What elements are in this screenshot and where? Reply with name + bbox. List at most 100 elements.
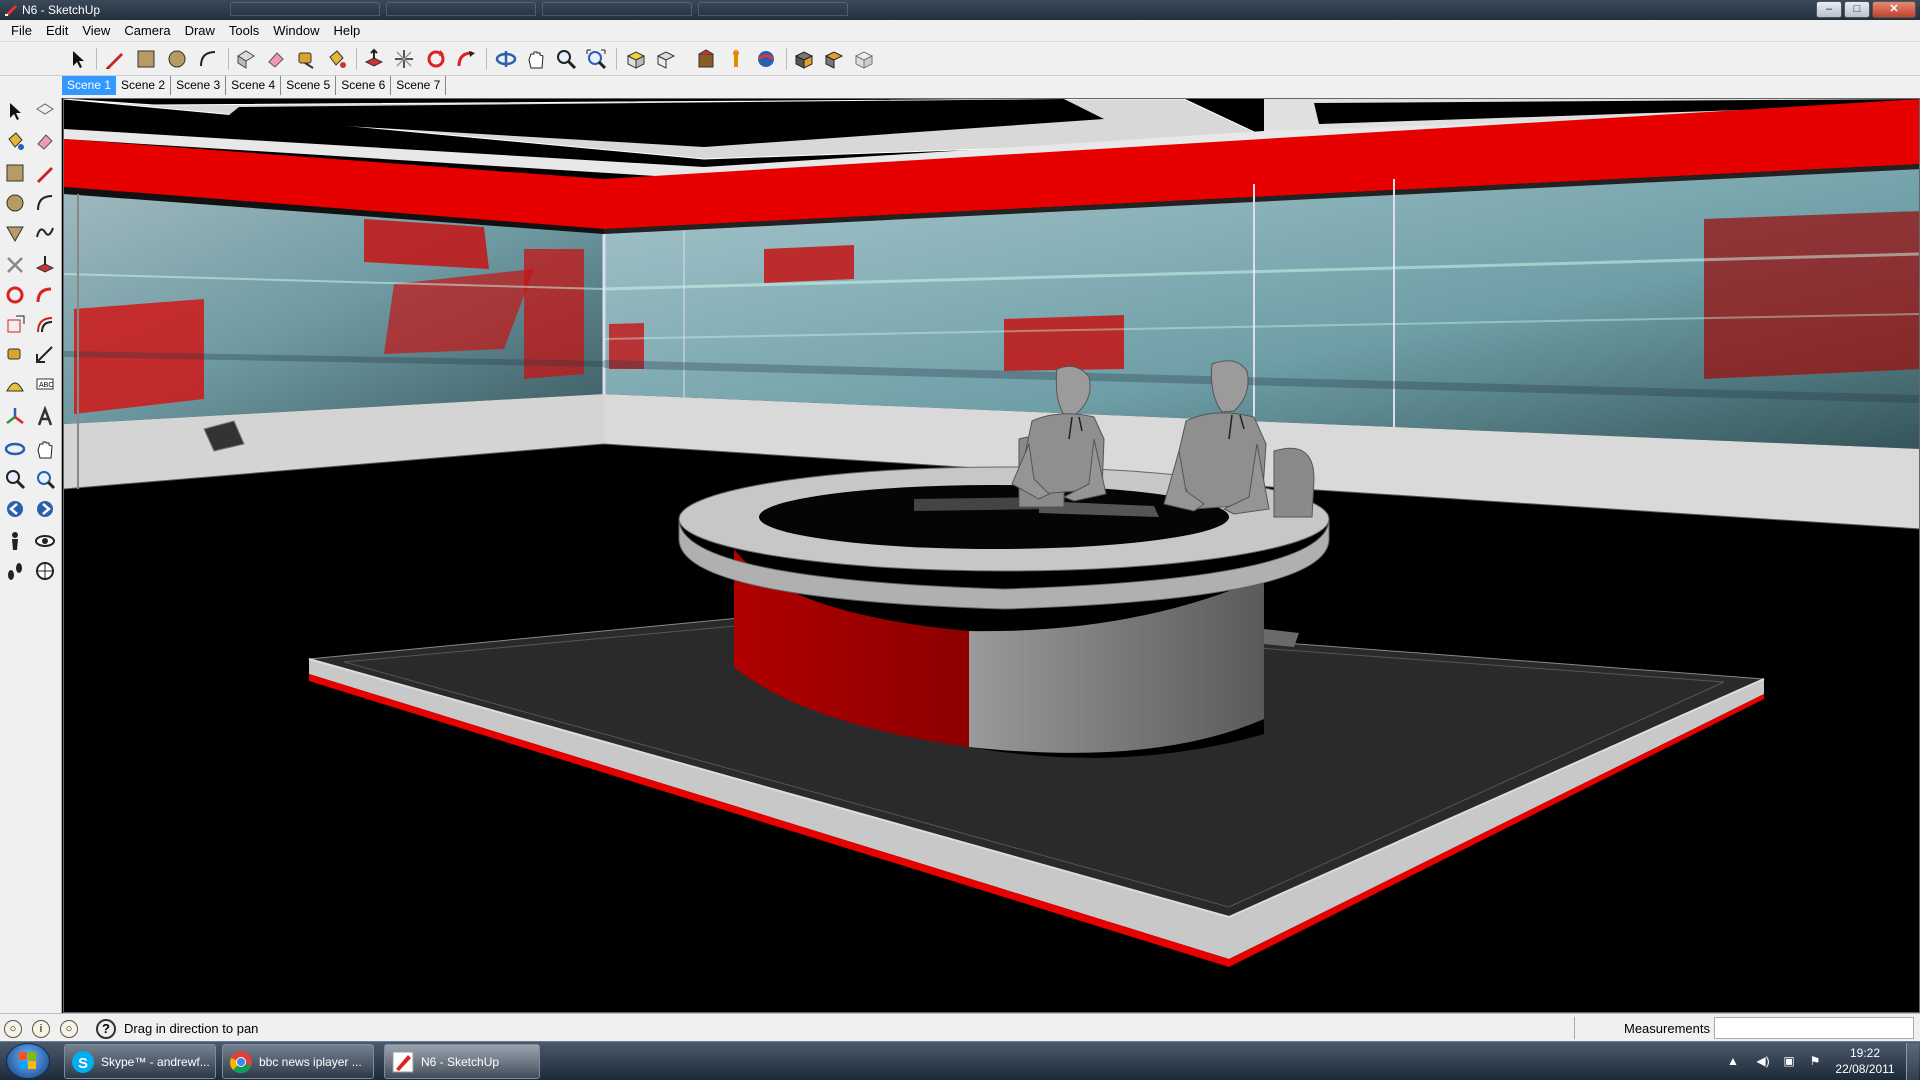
menu-file[interactable]: File: [4, 23, 39, 38]
scene-tab-4[interactable]: Scene 4: [226, 76, 282, 95]
paint-bucket-icon[interactable]: [324, 47, 348, 71]
geo-location-icon[interactable]: [754, 47, 778, 71]
menu-tools[interactable]: Tools: [222, 23, 266, 38]
arc-icon[interactable]: [196, 47, 220, 71]
menu-window[interactable]: Window: [266, 23, 326, 38]
move-icon[interactable]: [2, 252, 28, 278]
next-view-icon[interactable]: [32, 496, 58, 522]
line-pencil-icon[interactable]: [32, 160, 58, 186]
tape-measure-icon[interactable]: [294, 47, 318, 71]
arc-icon[interactable]: [32, 190, 58, 216]
get-models-icon[interactable]: [792, 47, 816, 71]
task-skype[interactable]: S Skype™ - andrewf...: [64, 1044, 216, 1079]
help-icon[interactable]: ?: [96, 1019, 116, 1039]
scene-tab-3[interactable]: Scene 3: [171, 76, 227, 95]
skype-icon: S: [72, 1051, 94, 1073]
left-toolbar: ABC: [0, 98, 62, 1013]
zoom-icon[interactable]: [554, 47, 578, 71]
push-pull-icon[interactable]: [362, 47, 386, 71]
action-center-icon[interactable]: ⚑: [1808, 1054, 1822, 1068]
menu-view[interactable]: View: [75, 23, 117, 38]
menu-edit[interactable]: Edit: [39, 23, 75, 38]
geo-location-status-icon[interactable]: ○: [4, 1020, 22, 1038]
eraser-icon[interactable]: [32, 128, 58, 154]
rotate-icon[interactable]: [2, 282, 28, 308]
iso-view-icon[interactable]: [624, 47, 648, 71]
status-bar: ○ i ○ ? Drag in direction to pan Measure…: [0, 1013, 1920, 1041]
circle-icon[interactable]: [165, 47, 189, 71]
network-icon[interactable]: ▣: [1782, 1054, 1796, 1068]
polygon-icon[interactable]: [2, 220, 28, 246]
orbit-icon[interactable]: [494, 47, 518, 71]
background-browser-tabs: [230, 2, 848, 18]
clock-date[interactable]: 22/08/2011: [1830, 1062, 1900, 1076]
show-hidden-icons-icon[interactable]: ▲: [1726, 1054, 1740, 1068]
start-button[interactable]: [6, 1043, 50, 1079]
model-viewport[interactable]: [63, 98, 1920, 1013]
main-toolbar: [0, 42, 1920, 76]
scene-tab-2[interactable]: Scene 2: [116, 76, 172, 95]
select-icon[interactable]: [2, 98, 28, 124]
text-icon[interactable]: ABC: [32, 372, 58, 398]
right-view-icon[interactable]: [724, 47, 748, 71]
measurements-input[interactable]: [1714, 1017, 1914, 1039]
close-button[interactable]: ✕: [1872, 1, 1916, 18]
minimize-button[interactable]: –: [1816, 1, 1842, 18]
show-desktop-button[interactable]: [1906, 1043, 1919, 1080]
section-plane-icon[interactable]: [32, 558, 58, 584]
menu-draw[interactable]: Draw: [178, 23, 222, 38]
window-title: N6 - SketchUp: [22, 3, 101, 17]
protractor-icon[interactable]: [2, 372, 28, 398]
zoom-icon[interactable]: [2, 466, 28, 492]
menu-camera[interactable]: Camera: [117, 23, 177, 38]
maximize-button[interactable]: □: [1844, 1, 1870, 18]
select-icon[interactable]: [66, 47, 90, 71]
move-icon[interactable]: [392, 47, 416, 71]
pan-icon[interactable]: [524, 47, 548, 71]
orbit-icon[interactable]: [2, 436, 28, 462]
scene-tab-5[interactable]: Scene 5: [281, 76, 337, 95]
chrome-icon: [230, 1051, 252, 1074]
eraser-icon[interactable]: [264, 47, 288, 71]
dimension-icon[interactable]: [32, 342, 58, 368]
clock-time[interactable]: 19:22: [1840, 1046, 1890, 1060]
pan-icon[interactable]: [32, 436, 58, 462]
make-component-icon[interactable]: [32, 98, 58, 124]
freehand-icon[interactable]: [32, 220, 58, 246]
components-icon[interactable]: [852, 47, 876, 71]
rotate-icon[interactable]: [424, 47, 448, 71]
top-view-icon[interactable]: [654, 47, 678, 71]
scale-icon[interactable]: [2, 312, 28, 338]
circle-icon[interactable]: [2, 190, 28, 216]
push-pull-icon[interactable]: [32, 252, 58, 278]
front-view-icon[interactable]: [694, 47, 718, 71]
task-label: N6 - SketchUp: [421, 1055, 500, 1069]
previous-view-icon[interactable]: [2, 496, 28, 522]
offset-icon[interactable]: [32, 312, 58, 338]
follow-me-icon[interactable]: [32, 282, 58, 308]
scene-tab-6[interactable]: Scene 6: [336, 76, 392, 95]
zoom-extents-icon[interactable]: [584, 47, 608, 71]
task-chrome[interactable]: bbc news iplayer ...: [222, 1044, 374, 1079]
rectangle-icon[interactable]: [2, 160, 28, 186]
tape-measure-icon[interactable]: [2, 342, 28, 368]
share-model-icon[interactable]: [822, 47, 846, 71]
credits-status-icon[interactable]: i: [32, 1020, 50, 1038]
scene-tab-7[interactable]: Scene 7: [391, 76, 447, 95]
task-sketchup[interactable]: N6 - SketchUp: [384, 1044, 540, 1079]
paint-bucket-icon[interactable]: [2, 128, 28, 154]
3d-text-icon[interactable]: [32, 404, 58, 430]
look-around-icon[interactable]: [32, 528, 58, 554]
volume-icon[interactable]: ◀): [1756, 1054, 1770, 1068]
line-pencil-icon[interactable]: [103, 47, 127, 71]
scene-tab-1[interactable]: Scene 1: [62, 76, 117, 95]
rectangle-icon[interactable]: [134, 47, 158, 71]
follow-me-icon[interactable]: [454, 47, 478, 71]
make-component-icon[interactable]: [234, 47, 258, 71]
user-status-icon[interactable]: ○: [60, 1020, 78, 1038]
menu-help[interactable]: Help: [327, 23, 368, 38]
walk-icon[interactable]: [2, 558, 28, 584]
axes-icon[interactable]: [2, 404, 28, 430]
zoom-extents-icon[interactable]: [32, 466, 58, 492]
position-camera-icon[interactable]: [2, 528, 28, 554]
